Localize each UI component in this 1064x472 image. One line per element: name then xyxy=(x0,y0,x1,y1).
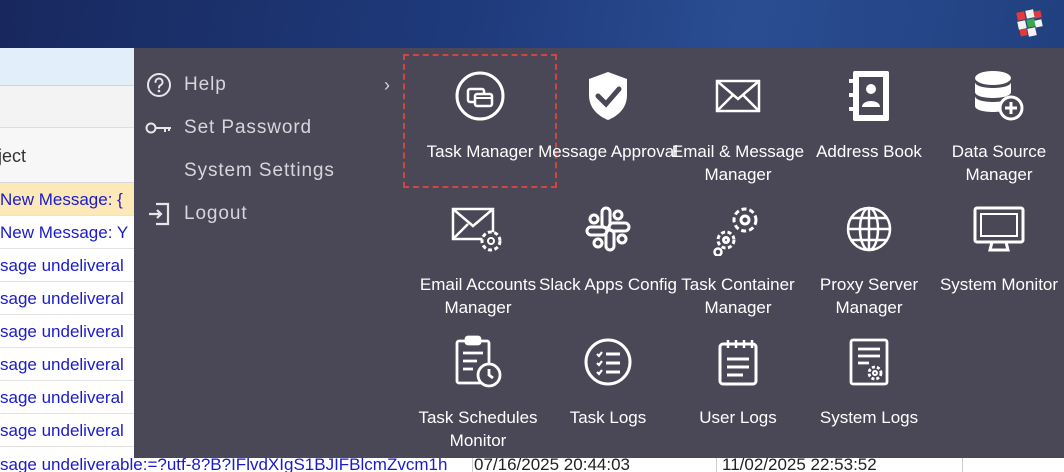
app-logo-icon[interactable] xyxy=(1014,8,1044,38)
row-subject: sage undeliveral xyxy=(0,355,124,374)
gears-icon xyxy=(706,197,770,261)
tile-label: System Monitor xyxy=(939,275,1059,294)
notepad-icon xyxy=(706,330,770,394)
menu-item-logout-label: Logout xyxy=(184,202,248,224)
row-subject: New Message: { xyxy=(0,190,123,209)
envelope-icon xyxy=(706,64,770,128)
row-subject: sage undeliveral xyxy=(0,289,124,308)
tile-label: System Logs xyxy=(819,408,919,427)
menu-item-system-settings[interactable]: System Settings xyxy=(134,149,404,192)
tile-label: Email Accounts Manager xyxy=(419,275,537,317)
row-subject: New Message: Y xyxy=(0,223,129,242)
menu-item-logout[interactable]: Logout xyxy=(134,192,404,235)
tile-label: Task Container Manager xyxy=(681,275,795,317)
key-icon xyxy=(134,120,184,136)
tile-email-accounts-manager[interactable]: Email Accounts Manager xyxy=(403,189,553,319)
slack-icon xyxy=(576,197,640,261)
menu-item-set-password-label: Set Password xyxy=(184,116,313,138)
menu-item-help-label: Help xyxy=(184,73,227,95)
tile-label: Data Source Manager xyxy=(951,142,1047,184)
menu-item-set-password[interactable]: Set Password xyxy=(134,106,404,149)
document-gear-icon xyxy=(837,330,901,394)
tile-system-logs[interactable]: System Logs xyxy=(794,322,944,452)
main-menu-panel: Help › Set Password System Settings Logo… xyxy=(134,48,1064,458)
left-menu: Help › Set Password System Settings Logo… xyxy=(134,63,404,235)
tile-data-source-manager[interactable]: Data Source Manager xyxy=(924,56,1064,186)
tile-label: Email & Message Manager xyxy=(671,142,805,184)
row-subject: sage undeliveral xyxy=(0,322,124,341)
row-subject: sage undeliveral xyxy=(0,421,124,440)
subject-column-label: ject xyxy=(0,146,27,166)
monitor-icon xyxy=(967,197,1031,261)
logout-icon xyxy=(134,201,184,227)
chevron-right-icon: › xyxy=(384,75,390,95)
list-icon xyxy=(576,330,640,394)
menu-item-help[interactable]: Help › xyxy=(134,63,404,106)
tile-address-book[interactable]: Address Book xyxy=(794,56,944,186)
tile-label: Proxy Server Manager xyxy=(819,275,919,317)
database-add-icon xyxy=(967,64,1031,128)
tile-message-approval[interactable]: Message Approval xyxy=(533,56,683,186)
address-book-icon xyxy=(837,64,901,128)
tile-label: Task Logs xyxy=(569,408,647,427)
tile-task-logs[interactable]: Task Logs xyxy=(533,322,683,452)
tile-email-message-manager[interactable]: Email & Message Manager xyxy=(663,56,813,186)
shield-check-icon xyxy=(576,64,640,128)
tile-task-schedules-monitor[interactable]: Task Schedules Monitor xyxy=(403,322,553,452)
tile-task-container-manager[interactable]: Task Container Manager xyxy=(663,189,813,319)
row-subject: sage undeliveral xyxy=(0,256,124,275)
tile-slack-apps-config[interactable]: Slack Apps Config xyxy=(533,189,683,319)
menu-item-system-settings-label: System Settings xyxy=(184,159,335,181)
tile-user-logs[interactable]: User Logs xyxy=(663,322,813,452)
clipboard-clock-icon xyxy=(446,330,510,394)
tile-system-monitor[interactable]: System Monitor xyxy=(924,189,1064,319)
tile-proxy-server-manager[interactable]: Proxy Server Manager xyxy=(794,189,944,319)
task-manager-icon xyxy=(448,64,512,128)
email-gear-icon xyxy=(446,197,510,261)
help-icon xyxy=(134,72,184,98)
globe-icon xyxy=(837,197,901,261)
row-subject: sage undeliveral xyxy=(0,388,124,407)
tile-label: User Logs xyxy=(699,408,777,427)
tile-label: Message Approval xyxy=(538,142,678,161)
tile-label: Task Schedules Monitor xyxy=(418,408,538,450)
app-header xyxy=(0,0,1064,48)
tile-label: Address Book xyxy=(816,142,922,161)
tile-label: Slack Apps Config xyxy=(539,275,677,294)
